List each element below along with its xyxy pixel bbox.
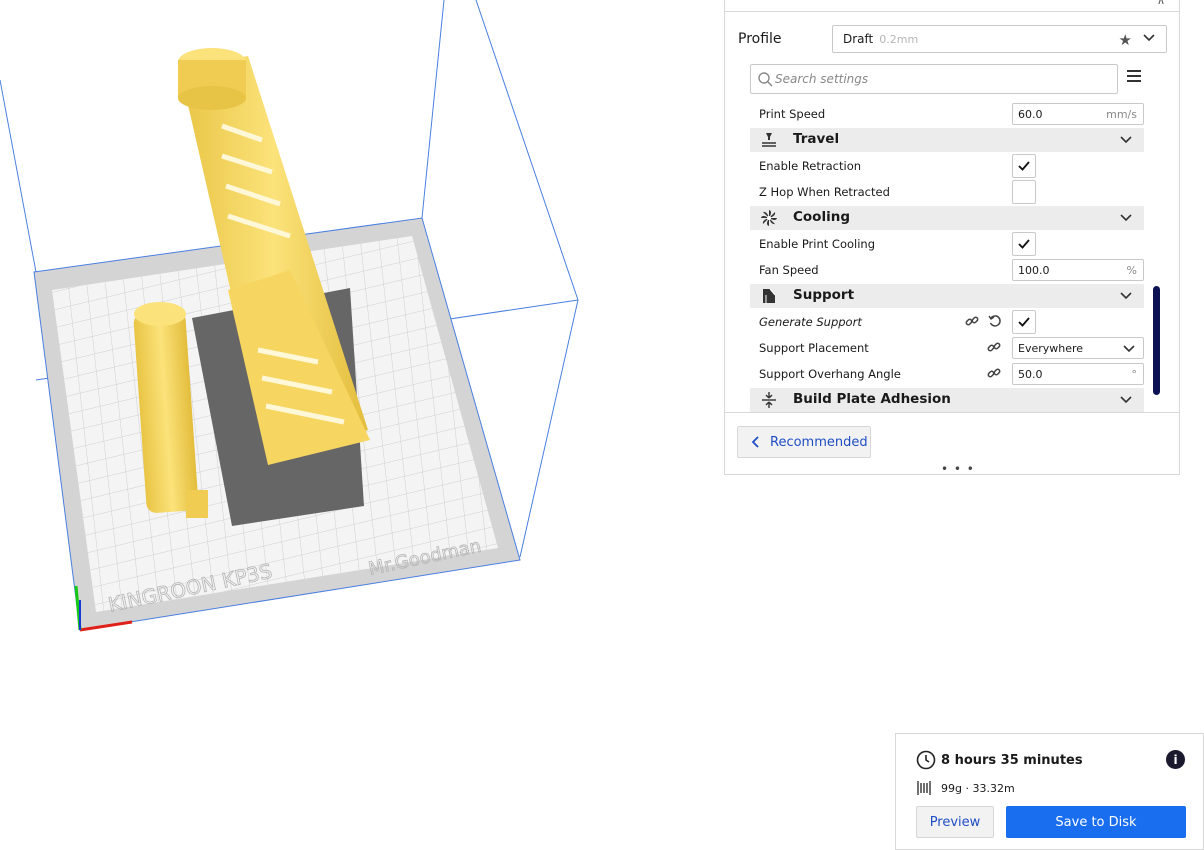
- panel-divider: [725, 412, 1179, 413]
- chevron-down-icon: [1120, 214, 1132, 222]
- search-icon: [758, 72, 773, 87]
- z-hop-checkbox[interactable]: [1012, 180, 1036, 204]
- support-icon: [763, 288, 776, 303]
- adhesion-icon: [762, 392, 776, 408]
- checkmark-icon: [1018, 161, 1030, 171]
- setting-support-placement: Support Placement Everywhere: [750, 335, 1144, 361]
- print-settings-panel: ∧ Profile Draft 0.2mm ★ Search settings …: [724, 0, 1180, 476]
- print-estimate-panel: 8 hours 35 minutes i 99g · 33.32m Previe…: [895, 733, 1204, 850]
- chevron-down-icon: [1120, 292, 1132, 300]
- setting-generate-support: Generate Support: [750, 309, 1144, 335]
- support-overhang-angle-input[interactable]: 50.0 °: [1012, 363, 1144, 385]
- print-speed-input[interactable]: 60.0 mm/s: [1012, 103, 1144, 125]
- chevron-down-icon: [1120, 396, 1132, 404]
- clock-icon: [916, 750, 936, 770]
- profile-layer-height: 0.2mm: [879, 32, 919, 46]
- setting-fan-speed: Fan Speed 100.0%: [750, 257, 1144, 283]
- support-placement-select[interactable]: Everywhere: [1012, 337, 1144, 359]
- profile-value: Draft: [843, 32, 874, 46]
- print-time: 8 hours 35 minutes: [941, 753, 1083, 768]
- fan-speed-input[interactable]: 100.0%: [1012, 259, 1144, 281]
- category-travel[interactable]: Travel: [750, 128, 1144, 152]
- profile-dropdown[interactable]: Draft 0.2mm ★: [832, 25, 1167, 53]
- profile-label: Profile: [738, 31, 782, 47]
- enable-retraction-checkbox[interactable]: [1012, 154, 1036, 178]
- generate-support-checkbox[interactable]: [1012, 310, 1036, 334]
- chevron-left-icon: [752, 436, 759, 448]
- setting-enable-retraction: Enable Retraction: [750, 153, 1144, 179]
- material-usage: 99g · 33.32m: [941, 782, 1015, 795]
- search-settings-input[interactable]: Search settings: [750, 64, 1118, 94]
- link-icon[interactable]: [987, 366, 1001, 380]
- category-build-plate-adhesion[interactable]: Build Plate Adhesion: [750, 388, 1144, 412]
- travel-icon: [762, 133, 776, 147]
- panel-resize-handle[interactable]: • • •: [941, 462, 975, 476]
- star-icon[interactable]: ★: [1119, 31, 1132, 49]
- spool-icon: [917, 781, 931, 795]
- settings-visibility-menu-icon[interactable]: [1127, 70, 1141, 84]
- chevron-down-icon: [1123, 345, 1135, 353]
- chevron-down-icon: [1120, 136, 1132, 144]
- setting-z-hop: Z Hop When Retracted: [750, 179, 1144, 205]
- panel-header-strip: ∧: [725, 0, 1179, 12]
- checkmark-icon: [1018, 317, 1030, 327]
- setting-print-speed: Print Speed 60.0 mm/s: [750, 101, 1144, 127]
- preview-button[interactable]: Preview: [916, 806, 994, 838]
- enable-cooling-checkbox[interactable]: [1012, 232, 1036, 256]
- reset-icon[interactable]: [988, 314, 1002, 328]
- setting-enable-cooling: Enable Print Cooling: [750, 231, 1144, 257]
- recommended-button[interactable]: Recommended: [737, 426, 871, 458]
- fan-icon: [761, 210, 777, 226]
- info-icon[interactable]: i: [1166, 750, 1185, 769]
- category-cooling[interactable]: Cooling: [750, 206, 1144, 230]
- link-icon[interactable]: [987, 340, 1001, 354]
- save-to-disk-button[interactable]: Save to Disk: [1006, 806, 1186, 838]
- category-support[interactable]: Support: [750, 284, 1144, 308]
- search-placeholder: Search settings: [775, 72, 869, 86]
- link-icon[interactable]: [965, 314, 979, 328]
- checkmark-icon: [1018, 239, 1030, 249]
- collapse-icon[interactable]: ∧: [1157, 0, 1165, 7]
- chevron-down-icon: [1143, 34, 1155, 42]
- settings-scrollbar[interactable]: [1153, 286, 1160, 395]
- setting-support-overhang-angle: Support Overhang Angle 50.0 °: [750, 361, 1144, 387]
